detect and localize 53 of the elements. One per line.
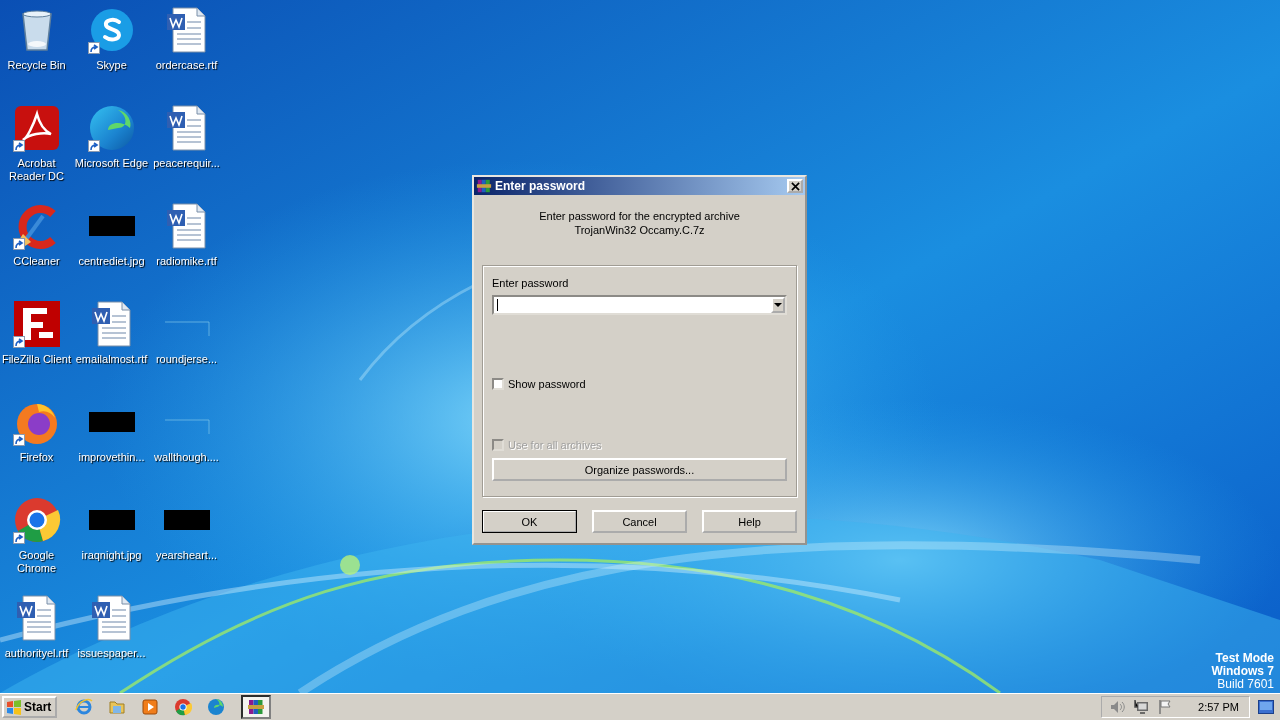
window-title: Enter password <box>495 179 587 193</box>
dialog-button[interactable]: Cancel <box>592 510 687 533</box>
icon-label[interactable]: Recycle Bin <box>0 59 74 72</box>
icon-label[interactable]: ordercase.rtf <box>149 59 224 72</box>
icon-label[interactable]: peacerequir... <box>149 157 224 170</box>
windows-logo-icon <box>6 699 22 715</box>
icon-label[interactable]: improvethin... <box>74 451 149 464</box>
chrome-icon[interactable] <box>174 698 193 716</box>
archive-icon <box>476 178 492 194</box>
system-notice: Windows 7 <box>1211 665 1274 678</box>
chrome-icon[interactable] <box>12 496 61 544</box>
system-notice: Test Mode <box>1215 652 1274 665</box>
checkbox-label[interactable]: Show password <box>508 378 586 390</box>
dialog-button[interactable]: OK <box>482 510 577 533</box>
icon-label[interactable]: Skype <box>74 59 149 72</box>
password-field[interactable] <box>492 295 787 315</box>
close-icon <box>790 181 800 191</box>
network-icon[interactable] <box>1132 698 1151 716</box>
icon-label[interactable]: iraqnight.jpg <box>74 549 149 562</box>
icon-label[interactable]: FileZilla Client <box>0 353 74 366</box>
start-button[interactable]: Start <box>2 696 58 718</box>
edge-icon[interactable] <box>87 104 136 152</box>
taskbar-button[interactable] <box>241 695 272 719</box>
edge-icon[interactable] <box>207 698 226 716</box>
icon-label[interactable]: issuespaper... <box>74 647 149 660</box>
icon-label[interactable]: centrediet.jpg <box>74 255 149 268</box>
icon-label[interactable]: Microsoft Edge <box>74 157 149 170</box>
show-desktop-icon[interactable] <box>1258 700 1274 714</box>
dropdown-button[interactable] <box>771 297 785 313</box>
clock[interactable]: 2:57 PM <box>1198 701 1239 713</box>
filezilla-icon[interactable] <box>12 300 61 348</box>
organize-passwords-button[interactable]: Organize passwords... <box>492 458 787 481</box>
dialog-button[interactable]: Help <box>702 510 797 533</box>
media-player-icon[interactable] <box>141 698 160 716</box>
icon-label[interactable]: wallthough.... <box>149 451 224 464</box>
icon-label[interactable]: CCleaner <box>0 255 74 268</box>
icon-label[interactable]: yearsheart... <box>149 549 224 562</box>
archive-icon <box>247 698 266 716</box>
dialog-message: Enter password for the encrypted archive <box>539 210 740 222</box>
system-notice: Build 7601 <box>1217 678 1274 691</box>
icon-label[interactable]: roundjerse... <box>149 353 224 366</box>
field-label: Enter password <box>492 277 570 291</box>
icon-label[interactable]: authorityel.rtf <box>0 647 74 660</box>
icon-label[interactable]: Acrobat Reader DC <box>0 157 74 183</box>
icon-label[interactable]: Google Chrome <box>0 549 74 575</box>
icon-label[interactable]: Firefox <box>0 451 74 464</box>
close-button[interactable] <box>787 179 803 193</box>
caret-icon <box>774 303 782 307</box>
icon-label[interactable]: radiomike.rtf <box>149 255 224 268</box>
dialog-message: TrojanWin32 Occamy.C.7z <box>574 224 705 236</box>
icon-label[interactable]: emailalmost.rtf <box>74 353 149 366</box>
checkbox[interactable] <box>492 378 504 390</box>
acrobat-icon[interactable] <box>12 104 61 152</box>
